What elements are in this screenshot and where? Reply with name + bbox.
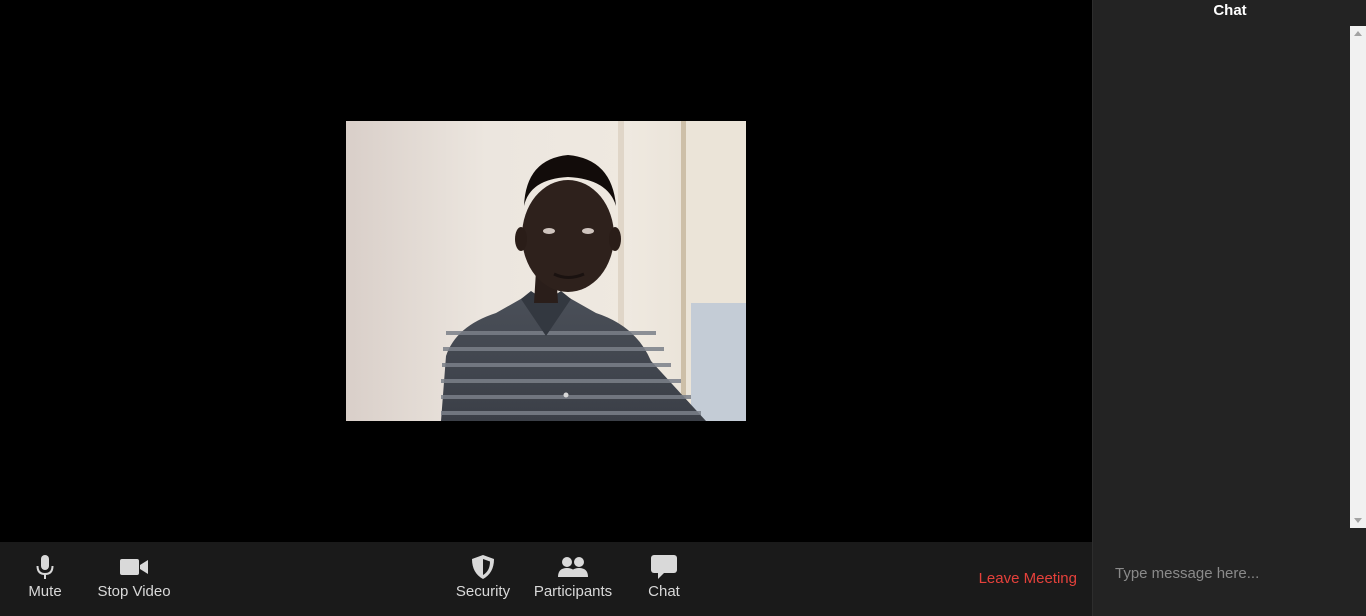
security-label: Security xyxy=(455,583,511,600)
microphone-icon xyxy=(34,554,56,580)
mute-label: Mute xyxy=(28,583,62,600)
webcam-feed-image xyxy=(346,121,746,421)
scroll-up-arrow-icon[interactable] xyxy=(1354,31,1362,36)
participant-video[interactable] xyxy=(346,121,746,421)
scroll-down-arrow-icon[interactable] xyxy=(1354,518,1362,523)
participants-button[interactable]: Participants xyxy=(530,542,616,616)
shield-icon xyxy=(471,554,495,580)
video-stage xyxy=(0,0,1092,542)
chat-message-list[interactable] xyxy=(1093,26,1366,528)
participants-icon xyxy=(557,554,589,580)
chat-label: Chat xyxy=(648,583,680,600)
meeting-window: Mute Stop Video Security Participants Ch… xyxy=(0,0,1366,616)
chat-panel-title: Chat xyxy=(1213,2,1247,19)
security-button[interactable]: Security xyxy=(452,542,514,616)
chat-button[interactable]: Chat xyxy=(642,542,686,616)
meeting-toolbar: Mute Stop Video Security Participants Ch… xyxy=(0,542,1092,616)
chat-message-input[interactable] xyxy=(1093,542,1365,616)
video-camera-icon xyxy=(119,554,149,580)
participants-label: Participants xyxy=(533,583,613,600)
chat-scrollbar[interactable] xyxy=(1350,26,1366,528)
stop-video-button[interactable]: Stop Video xyxy=(93,542,175,616)
leave-meeting-button[interactable]: Leave Meeting xyxy=(979,570,1077,587)
chat-bubble-icon xyxy=(650,554,678,580)
mute-button[interactable]: Mute xyxy=(22,542,68,616)
stop-video-label: Stop Video xyxy=(97,583,171,600)
chat-panel: Chat xyxy=(1092,0,1366,616)
